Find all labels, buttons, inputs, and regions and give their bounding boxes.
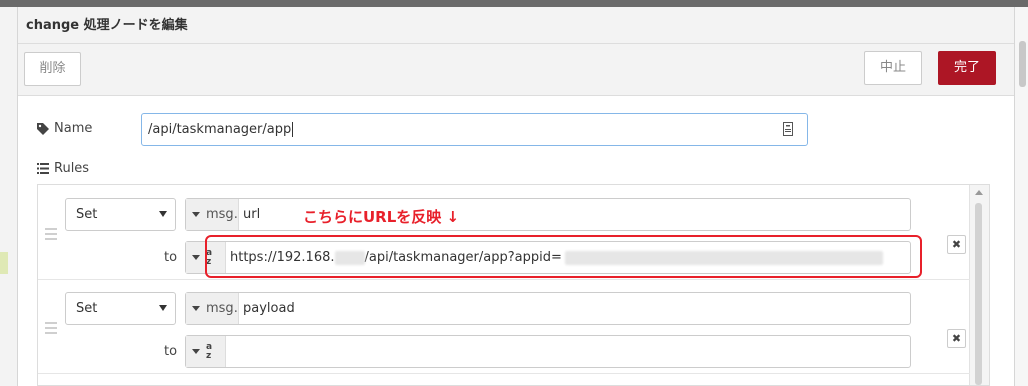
caret-down-icon [192, 306, 200, 311]
tag-icon [37, 122, 49, 135]
right-scrollbar-thumb[interactable] [1019, 41, 1026, 87]
top-bar [0, 0, 1028, 7]
drag-handle-icon[interactable] [45, 228, 57, 243]
rules-label-text: Rules [54, 161, 90, 176]
list-icon [37, 163, 49, 174]
caret-down-icon [192, 255, 200, 260]
caret-down-icon [192, 212, 200, 217]
chevron-down-icon [159, 305, 167, 311]
close-icon[interactable]: ✖ [947, 235, 966, 254]
close-icon[interactable]: ✖ [947, 329, 966, 348]
node-edge-marker [0, 252, 8, 274]
text-caret [292, 122, 294, 137]
annotation-highlight-box [205, 235, 922, 278]
chevron-down-icon [159, 211, 167, 217]
az-string-icon: az [206, 341, 213, 361]
dialog-title: change 処理ノードを編集 [18, 7, 1014, 44]
rule-action-select[interactable]: Set [65, 198, 176, 231]
dialog-toolbar: 削除 中止 完了 [18, 44, 1014, 96]
edit-dialog: change 処理ノードを編集 削除 中止 完了 Name /api/taskm… [18, 7, 1014, 386]
name-label-text: Name [54, 121, 93, 136]
annotation-text: こちらにURLを反映 ↓ [303, 208, 460, 226]
to-label: to [164, 250, 178, 265]
property-prefix: msg. [206, 207, 238, 222]
document-icon[interactable] [783, 122, 793, 136]
rules-label: Rules [37, 161, 89, 176]
caret-down-icon [192, 349, 200, 354]
right-scrollbar[interactable] [1014, 7, 1028, 386]
drag-handle-icon[interactable] [45, 322, 57, 337]
to-label: to [164, 344, 178, 359]
rule-property-value: url [243, 207, 261, 222]
rules-scrollbar[interactable] [969, 185, 989, 385]
cancel-button[interactable]: 中止 [864, 51, 922, 85]
workspace-edge [0, 7, 18, 386]
rule-property-input[interactable]: msg. payload [185, 292, 911, 325]
scroll-up-arrow[interactable] [975, 190, 983, 195]
rule-row: Set msg. payload to az ✖ [38, 279, 970, 374]
name-input[interactable]: /api/taskmanager/app [141, 113, 808, 146]
rule-action-value: Set [76, 207, 98, 222]
property-type-button[interactable]: msg. [186, 199, 239, 230]
rule-property-input[interactable]: msg. url [185, 198, 911, 231]
property-prefix: msg. [206, 301, 238, 316]
delete-button[interactable]: 削除 [24, 52, 81, 86]
value-type-button[interactable]: az [186, 336, 226, 367]
rule-action-value: Set [76, 301, 98, 316]
rule-action-select[interactable]: Set [65, 292, 176, 325]
name-label: Name [37, 121, 92, 136]
rules-scrollbar-thumb[interactable] [975, 203, 982, 385]
name-input-value: /api/taskmanager/app [148, 122, 292, 137]
property-type-button[interactable]: msg. [186, 293, 239, 324]
rules-list: Set msg. url to az https://192.168./api/… [37, 184, 990, 386]
rule-value-input[interactable]: az [185, 335, 911, 368]
rule-property-value: payload [243, 301, 295, 316]
done-button[interactable]: 完了 [938, 51, 996, 85]
